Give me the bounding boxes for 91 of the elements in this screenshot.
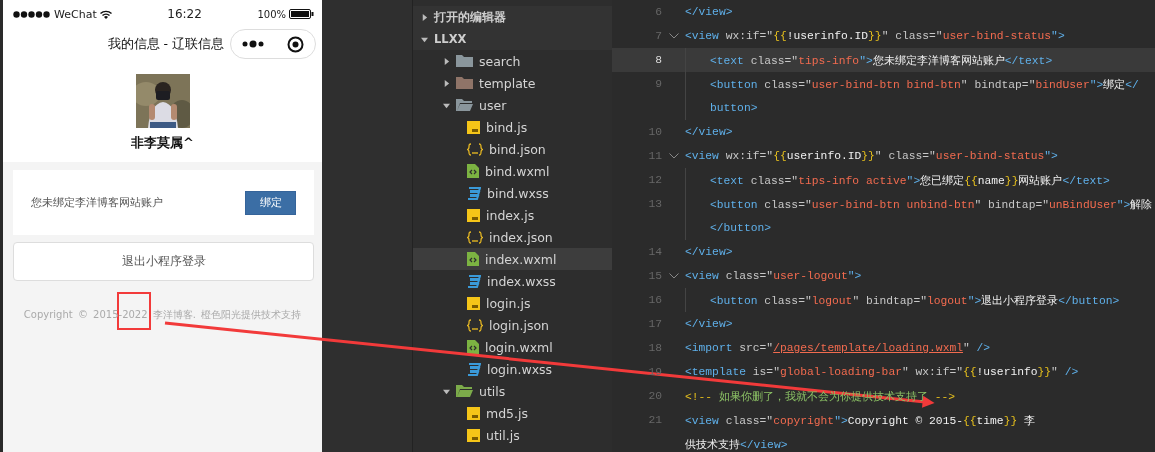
js-file-icon [467,428,480,442]
line-number: 17 [647,318,662,330]
js-file-icon [467,406,480,420]
file-item[interactable]: md5.js [413,402,612,424]
folder-name[interactable]: search [479,53,521,69]
close-target-icon[interactable] [286,35,304,53]
code-line: </view> [685,6,733,18]
js-file-icon [467,296,480,310]
code-line: <button class="logout" bindtap="logout">退出小程序登录</button> [710,293,1120,308]
code-line: </view> [685,246,733,258]
folder-icon [456,54,473,68]
file-item[interactable]: login.wxss [413,358,612,380]
braces-icon [467,142,483,156]
css-file-icon [467,362,481,376]
fold-chevron-icon[interactable] [668,273,679,279]
code-line: <text class="tips-info active">您已绑定{{name}}网站账户</text> [710,173,1110,188]
line-number: 10 [647,126,662,138]
file-item[interactable]: index.wxss [413,270,612,292]
expanded-arrow-icon[interactable] [443,101,450,109]
file-item[interactable]: bind.wxss [413,182,612,204]
code-line: <button class="user-bind-btn bind-btn" bindtap="bindUser">绑定</ [710,77,1139,92]
file-item[interactable]: index.json [413,226,612,248]
page-title: 我的信息 - 辽联信息 [107,35,224,53]
code-line: </view> [685,318,733,330]
bind-button[interactable]: 绑定 [245,190,296,215]
open-folder-icon [456,98,473,112]
folder-icon [456,76,473,90]
code-line: <template is="global-loading-bar" wx:if="{{!userinfo}}" /> [685,366,1079,378]
line-number: 20 [647,390,662,402]
line-number: 15 [647,270,662,282]
code-line: <button class="user-bind-btn unbind-btn" bindtap="unBindUser">解除 [710,197,1153,212]
code-file-icon [467,340,479,354]
code-line: </view> [685,126,733,138]
code-line: <view class="copyright">Copyright © 2015-{{time}} 李 [685,413,1035,428]
file-item[interactable]: login.json [413,314,612,336]
code-line: <view wx:if="{{userinfo.ID}}" class="user-bind-status"> [685,150,1058,162]
folder-name[interactable]: utils [479,383,506,399]
line-number: 13 [647,198,662,210]
fold-chevron-icon[interactable] [668,153,679,159]
file-item[interactable]: login.js [413,292,612,314]
file-item[interactable]: login.wxml [413,336,612,358]
code-line: <text class="tips-info">您未绑定李洋博客网站账户</text> [710,53,1053,68]
file-item[interactable]: bind.json [413,138,612,160]
code-line: <view wx:if="{{!userinfo.ID}}" class="user-bind-status"> [685,30,1065,42]
braces-icon [467,318,483,332]
file-item[interactable]: bind.wxml [413,160,612,182]
code-line: button> [710,102,758,114]
code-file-icon [467,252,479,266]
code-file-icon [467,164,479,178]
battery-icon [289,9,314,19]
explorer-section[interactable]: LLXX [413,28,612,50]
expanded-arrow-icon[interactable] [421,35,428,43]
js-file-icon [467,208,480,222]
code-line: 供技术支持</view> [685,437,788,452]
clock-time: 16:22 [167,7,202,21]
signal-icon [13,10,51,18]
code-line: <view class="user-logout"> [685,270,862,282]
css-file-icon [467,186,481,200]
expanded-arrow-icon[interactable] [443,387,450,395]
logout-button[interactable]: 退出小程序登录 [13,242,314,281]
more-icon[interactable] [242,40,265,48]
line-number: 8 [654,54,662,66]
line-number: 16 [647,294,662,306]
bind-status-text: 您未绑定李洋博客网站账户 [31,195,163,210]
line-number: 7 [654,30,662,42]
wifi-icon [99,9,112,19]
css-file-icon [467,274,481,288]
file-item[interactable]: bind.js [413,116,612,138]
line-number: 11 [647,150,662,162]
fold-chevron-icon[interactable] [668,33,679,39]
collapsed-arrow-icon[interactable] [443,57,450,65]
file-item[interactable]: index.wxml [413,248,612,270]
collapsed-arrow-icon[interactable] [443,79,450,87]
user-name: 非李莫属^ [131,134,194,152]
js-file-icon [467,120,480,134]
code-line: <import src="/pages/template/loading.wxml" /> [685,342,991,354]
folder-name[interactable]: template [479,75,536,91]
folder-name[interactable]: user [479,97,507,113]
carrier-name: WeChat [54,7,97,21]
line-number: 18 [647,342,662,354]
line-number: 12 [647,174,662,186]
explorer-section[interactable]: 打开的编辑器 [413,6,612,28]
open-folder-icon [456,384,473,398]
file-item[interactable]: index.js [413,204,612,226]
line-number: 9 [654,78,662,90]
braces-icon [467,230,483,244]
file-item[interactable]: util.js [413,424,612,446]
battery-percent: 100% [257,8,286,20]
code-line: </button> [710,222,771,234]
line-number: 14 [647,246,662,258]
collapsed-arrow-icon[interactable] [421,13,428,21]
